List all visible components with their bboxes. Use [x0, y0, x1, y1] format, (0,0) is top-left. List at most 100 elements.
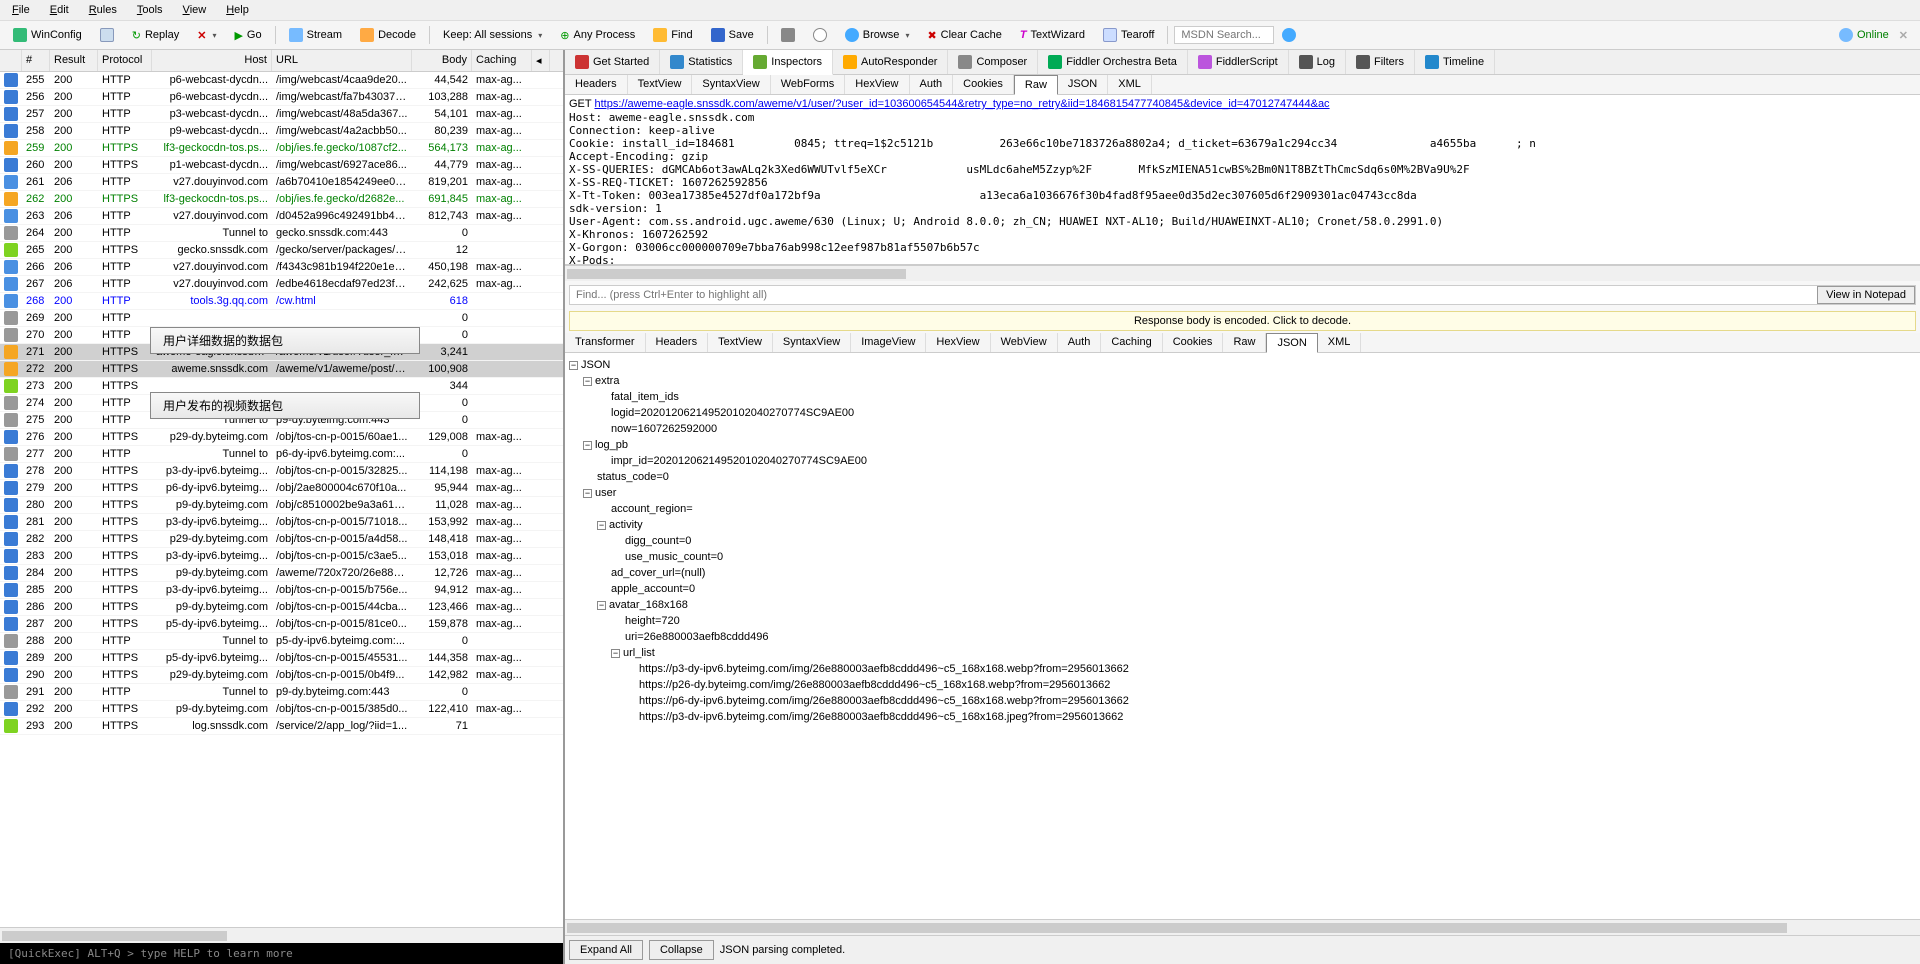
request-tab-headers[interactable]: Headers — [565, 75, 628, 94]
menu-view[interactable]: View — [175, 2, 215, 18]
request-raw-view[interactable]: GET https://aweme-eagle.snssdk.com/aweme… — [565, 95, 1920, 265]
raw-scrollbar[interactable] — [565, 265, 1920, 281]
tree-toggle-icon[interactable]: − — [597, 521, 606, 530]
response-tab-webview[interactable]: WebView — [991, 333, 1058, 352]
request-url[interactable]: https://aweme-eagle.snssdk.com/aweme/v1/… — [594, 98, 1329, 110]
menu-file[interactable]: File — [4, 2, 38, 18]
session-row[interactable]: 263206HTTPv27.douyinvod.com/d0452a996c49… — [0, 208, 563, 225]
session-row[interactable]: 290200HTTPSp29-dy.byteimg.com/obj/tos-cn… — [0, 667, 563, 684]
session-row[interactable]: 283200HTTPSp3-dy-ipv6.byteimg.../obj/tos… — [0, 548, 563, 565]
session-row[interactable]: 259200HTTPSlf3-geckocdn-tos.ps.../obj/ie… — [0, 140, 563, 157]
response-tab-imageview[interactable]: ImageView — [851, 333, 926, 352]
tree-toggle-icon[interactable]: − — [611, 649, 620, 658]
help-icon[interactable] — [1282, 28, 1296, 42]
textwizard-button[interactable]: TTextWizard — [1013, 25, 1092, 45]
tearoff-button[interactable]: Tearoff — [1096, 24, 1161, 46]
col-result[interactable]: Result — [50, 50, 98, 71]
session-row[interactable]: 255200HTTPp6-webcast-dycdn.../img/webcas… — [0, 72, 563, 89]
session-row[interactable]: 262200HTTPSlf3-geckocdn-tos.ps.../obj/ie… — [0, 191, 563, 208]
tree-toggle-icon[interactable]: − — [597, 601, 606, 610]
session-row[interactable]: 256200HTTPp6-webcast-dycdn.../img/webcas… — [0, 89, 563, 106]
stream-button[interactable]: Stream — [282, 24, 349, 46]
any-process-button[interactable]: ⊕Any Process — [553, 25, 642, 46]
request-tab-raw[interactable]: Raw — [1014, 75, 1058, 95]
menu-edit[interactable]: Edit — [42, 2, 77, 18]
tree-node[interactable]: digg_count=0 — [569, 533, 1916, 549]
replay-button[interactable]: ↻Replay — [125, 25, 186, 46]
session-row[interactable]: 293200HTTPSlog.snssdk.com/service/2/app_… — [0, 718, 563, 735]
tree-node[interactable]: impr_id=202012062149520102040270774SC9AE… — [569, 453, 1916, 469]
session-row[interactable]: 265200HTTPSgecko.snssdk.com/gecko/server… — [0, 242, 563, 259]
tree-node[interactable]: https://p26-dy.byteimg.com/img/26e880003… — [569, 677, 1916, 693]
tab-filters[interactable]: Filters — [1346, 50, 1415, 74]
tab-autoresponder[interactable]: AutoResponder — [833, 50, 948, 74]
comment-button[interactable] — [93, 24, 121, 46]
session-row[interactable]: 282200HTTPSp29-dy.byteimg.com/obj/tos-cn… — [0, 531, 563, 548]
winconfig-button[interactable]: WinConfig — [6, 24, 89, 46]
online-status[interactable]: Online — [1839, 28, 1889, 42]
response-tab-textview[interactable]: TextView — [708, 333, 773, 352]
response-tab-hexview[interactable]: HexView — [926, 333, 990, 352]
session-row[interactable]: 288200HTTPTunnel top5-dy-ipv6.byteimg.co… — [0, 633, 563, 650]
response-tab-cookies[interactable]: Cookies — [1163, 333, 1224, 352]
save-button[interactable]: Save — [704, 24, 761, 46]
tree-node[interactable]: https://p3-dv-ipv6.byteimg.com/img/26e88… — [569, 709, 1916, 725]
menu-help[interactable]: Help — [218, 2, 257, 18]
session-row[interactable]: 292200HTTPSp9-dy.byteimg.com/obj/tos-cn-… — [0, 701, 563, 718]
col-id[interactable]: # — [22, 50, 50, 71]
find-button[interactable]: Find — [646, 24, 699, 46]
tab-fiddlerscript[interactable]: FiddlerScript — [1188, 50, 1289, 74]
response-tab-transformer[interactable]: Transformer — [565, 333, 646, 352]
tree-node[interactable]: apple_account=0 — [569, 581, 1916, 597]
request-tab-xml[interactable]: XML — [1108, 75, 1152, 94]
response-tab-caching[interactable]: Caching — [1101, 333, 1162, 352]
request-tab-cookies[interactable]: Cookies — [953, 75, 1014, 94]
response-tab-syntaxview[interactable]: SyntaxView — [773, 333, 851, 352]
tree-node[interactable]: https://p3-dy-ipv6.byteimg.com/img/26e88… — [569, 661, 1916, 677]
session-row[interactable]: 268200HTTPtools.3g.qq.com/cw.html618 — [0, 293, 563, 310]
request-tab-hexview[interactable]: HexView — [845, 75, 909, 94]
tab-fiddler-orchestra-beta[interactable]: Fiddler Orchestra Beta — [1038, 50, 1188, 74]
session-row[interactable]: 276200HTTPSp29-dy.byteimg.com/obj/tos-cn… — [0, 429, 563, 446]
tree-node[interactable]: use_music_count=0 — [569, 549, 1916, 565]
session-row[interactable]: 287200HTTPSp5-dy-ipv6.byteimg.../obj/tos… — [0, 616, 563, 633]
session-row[interactable]: 269200HTTP0 — [0, 310, 563, 327]
session-row[interactable]: 277200HTTPTunnel top6-dy-ipv6.byteimg.co… — [0, 446, 563, 463]
tree-node[interactable]: ad_cover_url=(null) — [569, 565, 1916, 581]
session-row[interactable]: 284200HTTPSp9-dy.byteimg.com/aweme/720x7… — [0, 565, 563, 582]
tree-node[interactable]: fatal_item_ids — [569, 389, 1916, 405]
session-row[interactable]: 258200HTTPp9-webcast-dycdn.../img/webcas… — [0, 123, 563, 140]
tree-node[interactable]: −extra — [569, 373, 1916, 389]
session-row[interactable]: 279200HTTPSp6-dy-ipv6.byteimg.../obj/2ae… — [0, 480, 563, 497]
close-toolbar-button[interactable]: ✕ — [1893, 29, 1914, 42]
screenshot-button[interactable] — [774, 24, 802, 46]
session-row[interactable]: 257200HTTPp3-webcast-dycdn.../img/webcas… — [0, 106, 563, 123]
request-tab-json[interactable]: JSON — [1058, 75, 1108, 94]
session-row[interactable]: 280200HTTPSp9-dy.byteimg.com/obj/c851000… — [0, 497, 563, 514]
request-tab-webforms[interactable]: WebForms — [771, 75, 846, 94]
remove-button[interactable]: ✕▾ — [190, 25, 223, 46]
tab-composer[interactable]: Composer — [948, 50, 1038, 74]
find-input[interactable] — [570, 286, 1817, 304]
session-row[interactable]: 266206HTTPv27.douyinvod.com/f4343c981b19… — [0, 259, 563, 276]
horizontal-scrollbar[interactable] — [0, 927, 563, 943]
session-row[interactable]: 272200HTTPSaweme.snssdk.com/aweme/v1/awe… — [0, 361, 563, 378]
browse-button[interactable]: Browse▾ — [838, 24, 917, 46]
tree-node[interactable]: −url_list — [569, 645, 1916, 661]
tree-node[interactable]: −activity — [569, 517, 1916, 533]
menu-tools[interactable]: Tools — [129, 2, 171, 18]
session-row[interactable]: 261206HTTPv27.douyinvod.com/a6b70410e185… — [0, 174, 563, 191]
tree-toggle-icon[interactable]: − — [583, 441, 592, 450]
tab-inspectors[interactable]: Inspectors — [743, 50, 833, 75]
expand-all-button[interactable]: Expand All — [569, 940, 643, 960]
tree-node[interactable]: uri=26e880003aefb8cddd496 — [569, 629, 1916, 645]
tree-node[interactable]: now=1607262592000 — [569, 421, 1916, 437]
msdn-search-input[interactable] — [1174, 26, 1274, 44]
col-caching[interactable]: Caching — [472, 50, 532, 71]
tree-node[interactable]: −JSON — [569, 357, 1916, 373]
tree-node[interactable]: account_region= — [569, 501, 1916, 517]
session-row[interactable]: 281200HTTPSp3-dy-ipv6.byteimg.../obj/tos… — [0, 514, 563, 531]
session-row[interactable]: 289200HTTPSp5-dy-ipv6.byteimg.../obj/tos… — [0, 650, 563, 667]
tree-node[interactable]: height=720 — [569, 613, 1916, 629]
tree-node[interactable]: −avatar_168x168 — [569, 597, 1916, 613]
